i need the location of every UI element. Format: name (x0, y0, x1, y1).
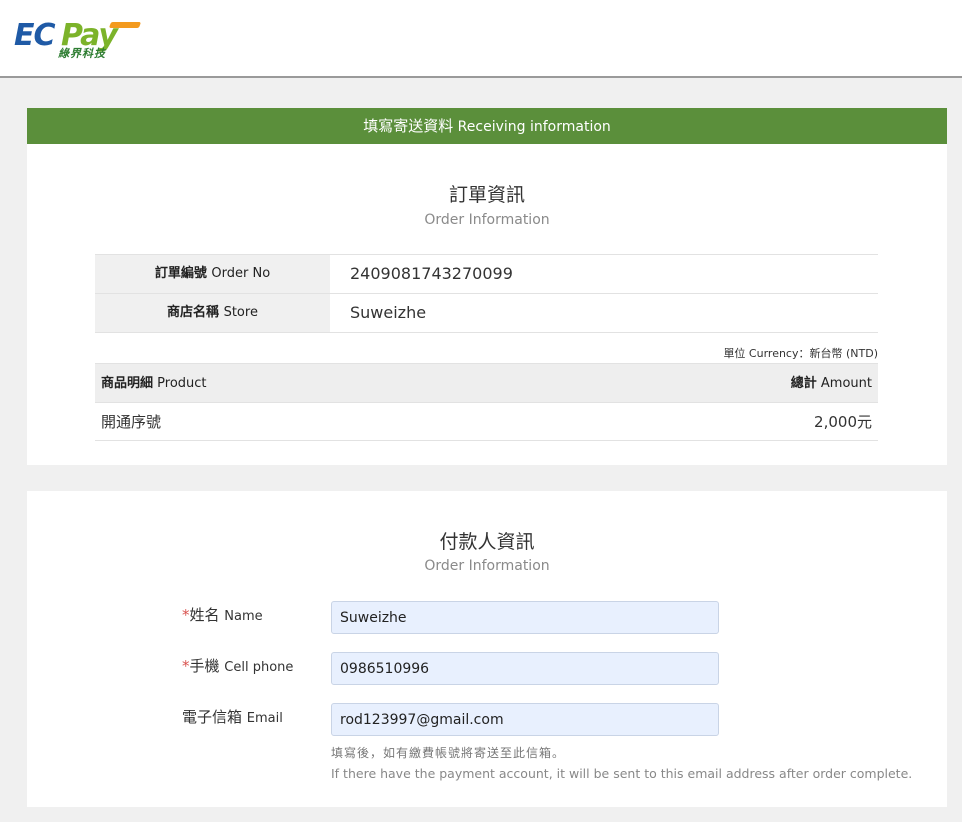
name-input[interactable] (331, 601, 719, 634)
order-section-subtitle: Order Information (424, 212, 550, 228)
order-info-table: 訂單編號 Order No 2409081743270099 商店名稱 Stor… (95, 254, 878, 333)
receiving-info-banner: 填寫寄送資料 Receiving information (27, 108, 947, 144)
banner-title-zh: 填寫寄送資料 (363, 117, 454, 135)
phone-field-row: *手機 Cell phone (27, 652, 947, 685)
logo-subtitle: 綠界科技 (58, 47, 106, 60)
product-column-header: 商品明細 Product (101, 376, 207, 391)
name-label: *姓名 Name (182, 606, 263, 624)
currency-note: 單位 Currency：新台幣 (NTD) (723, 347, 878, 360)
store-row: 商店名稱 Store Suweizhe (95, 294, 878, 333)
product-table-header: 商品明細 Product 總計 Amount (95, 363, 878, 403)
email-label: 電子信箱 Email (182, 708, 283, 726)
banner-title-en: Receiving information (457, 119, 611, 135)
product-name: 開通序號 (101, 413, 162, 431)
email-field-row: 電子信箱 Email (27, 703, 947, 736)
order-no-value: 2409081743270099 (350, 264, 513, 283)
email-note-zh: 填寫後，如有繳費帳號將寄送至此信箱。 (331, 746, 566, 760)
order-section-title: 訂單資訊 (448, 184, 525, 206)
name-field-row: *姓名 Name (27, 601, 947, 634)
payer-section-subtitle: Order Information (424, 558, 550, 574)
payer-info-card: 付款人資訊 Order Information *姓名 Name *手機 Cel… (27, 491, 947, 807)
table-row: 開通序號 2,000元 (95, 403, 878, 441)
ecpay-logo[interactable]: EC Pay 綠界科技 (14, 18, 144, 62)
amount-column-header: 總計 Amount (790, 376, 872, 391)
order-info-card: 填寫寄送資料 Receiving information 訂單資訊 Order … (27, 108, 947, 465)
logo-swoosh-icon (108, 22, 142, 28)
store-value: Suweizhe (350, 303, 427, 322)
store-label: 商店名稱 Store (95, 294, 330, 332)
order-no-label: 訂單編號 Order No (95, 255, 330, 293)
product-amount: 2,000元 (814, 413, 872, 431)
phone-label: *手機 Cell phone (182, 657, 294, 675)
email-input[interactable] (331, 703, 719, 736)
product-table: 商品明細 Product 總計 Amount 開通序號 2,000元 (95, 363, 878, 441)
logo-ec-text: EC (14, 18, 56, 53)
payer-section-title: 付款人資訊 (439, 531, 535, 553)
order-no-row: 訂單編號 Order No 2409081743270099 (95, 255, 878, 294)
cell-phone-input[interactable] (331, 652, 719, 685)
email-note-en: If there have the payment account, it wi… (331, 766, 913, 781)
top-header: EC Pay 綠界科技 (0, 0, 962, 78)
